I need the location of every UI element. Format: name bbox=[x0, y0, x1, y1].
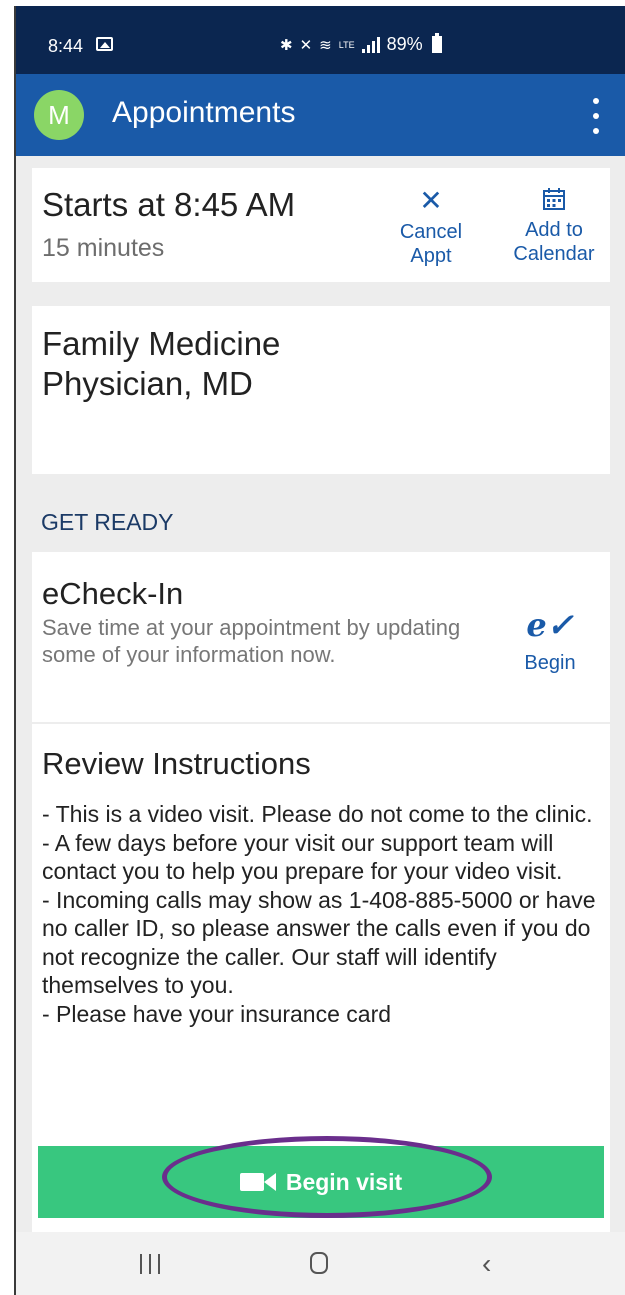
begin-visit-label: Begin visit bbox=[285, 1168, 403, 1195]
status-time: 8:44 bbox=[48, 36, 84, 56]
echeckin-description: Save time at your appointment by updatin… bbox=[42, 615, 461, 667]
app-bar: M Appointments bbox=[16, 74, 625, 156]
avatar[interactable]: M bbox=[34, 90, 84, 140]
instruction-line: - Please have your insurance card bbox=[42, 1000, 392, 1027]
recents-icon[interactable] bbox=[140, 1254, 160, 1276]
battery-percent: 89% bbox=[386, 34, 423, 54]
add-to-label: Add to bbox=[525, 219, 583, 241]
add-to-calendar-button[interactable]: Add to Calendar bbox=[498, 186, 610, 266]
provider-card[interactable]: Family Medicine Physician, MD bbox=[32, 306, 610, 474]
echeckin-icon: e✓ bbox=[526, 606, 574, 644]
close-icon: ✕ bbox=[419, 185, 443, 216]
signal-icon bbox=[361, 36, 380, 53]
page-title: Appointments bbox=[112, 96, 296, 129]
appt-label: Appt bbox=[410, 245, 452, 267]
get-ready-header: GET READY bbox=[41, 509, 174, 535]
echeckin-title: eCheck-In bbox=[42, 576, 184, 611]
begin-visit-button[interactable]: Begin visit bbox=[38, 1146, 604, 1218]
phone-screen: 8:44 ✱ ✕ ≋ LTE 89% M Appointments Starts… bbox=[14, 6, 625, 1295]
provider-title: Physician, MD bbox=[42, 365, 253, 402]
cancel-label: Cancel bbox=[399, 221, 463, 243]
status-icons: ✱ ✕ ≋ LTE 89% bbox=[280, 33, 442, 55]
system-nav-bar: ‹ bbox=[16, 1232, 625, 1295]
mute-icon: ✕ bbox=[299, 36, 313, 54]
back-icon[interactable]: ‹ bbox=[482, 1248, 491, 1280]
cancel-appt-button[interactable]: ✕ Cancel Appt bbox=[380, 186, 482, 268]
lte-icon: LTE bbox=[338, 39, 355, 50]
instructions-title: Review Instructions bbox=[42, 746, 311, 781]
more-vertical-icon[interactable] bbox=[584, 98, 608, 134]
provider-name: Family Medicine Physician, MD bbox=[42, 324, 462, 404]
status-bar: 8:44 ✱ ✕ ≋ LTE 89% bbox=[16, 6, 625, 74]
bluetooth-icon: ✱ bbox=[280, 36, 293, 54]
instruction-line: - This is a video visit. Please do not c… bbox=[42, 801, 593, 827]
calendar-icon bbox=[543, 188, 565, 210]
instructions-body: - This is a video visit. Please do not c… bbox=[42, 800, 610, 1028]
instruction-line: - Incoming calls may show as 1-408-885-5… bbox=[42, 886, 596, 999]
appointment-duration: 15 minutes bbox=[42, 234, 165, 262]
calendar-label: Calendar bbox=[513, 243, 595, 265]
appointment-card: Starts at 8:45 AM 15 minutes ✕ Cancel Ap… bbox=[32, 168, 610, 282]
begin-echeckin-button[interactable]: e✓ Begin bbox=[510, 608, 590, 675]
begin-label: Begin bbox=[524, 652, 576, 674]
battery-icon bbox=[431, 33, 442, 53]
echeckin-card: eCheck-In Save time at your appointment … bbox=[32, 552, 610, 722]
provider-department: Family Medicine bbox=[42, 325, 281, 362]
image-icon bbox=[96, 37, 113, 51]
appointment-start-time: Starts at 8:45 AM bbox=[42, 186, 296, 223]
home-icon[interactable] bbox=[310, 1252, 328, 1274]
video-camera-icon bbox=[239, 1173, 276, 1191]
instruction-line: - A few days before your visit our suppo… bbox=[42, 829, 563, 885]
wifi-icon: ≋ bbox=[319, 36, 332, 54]
